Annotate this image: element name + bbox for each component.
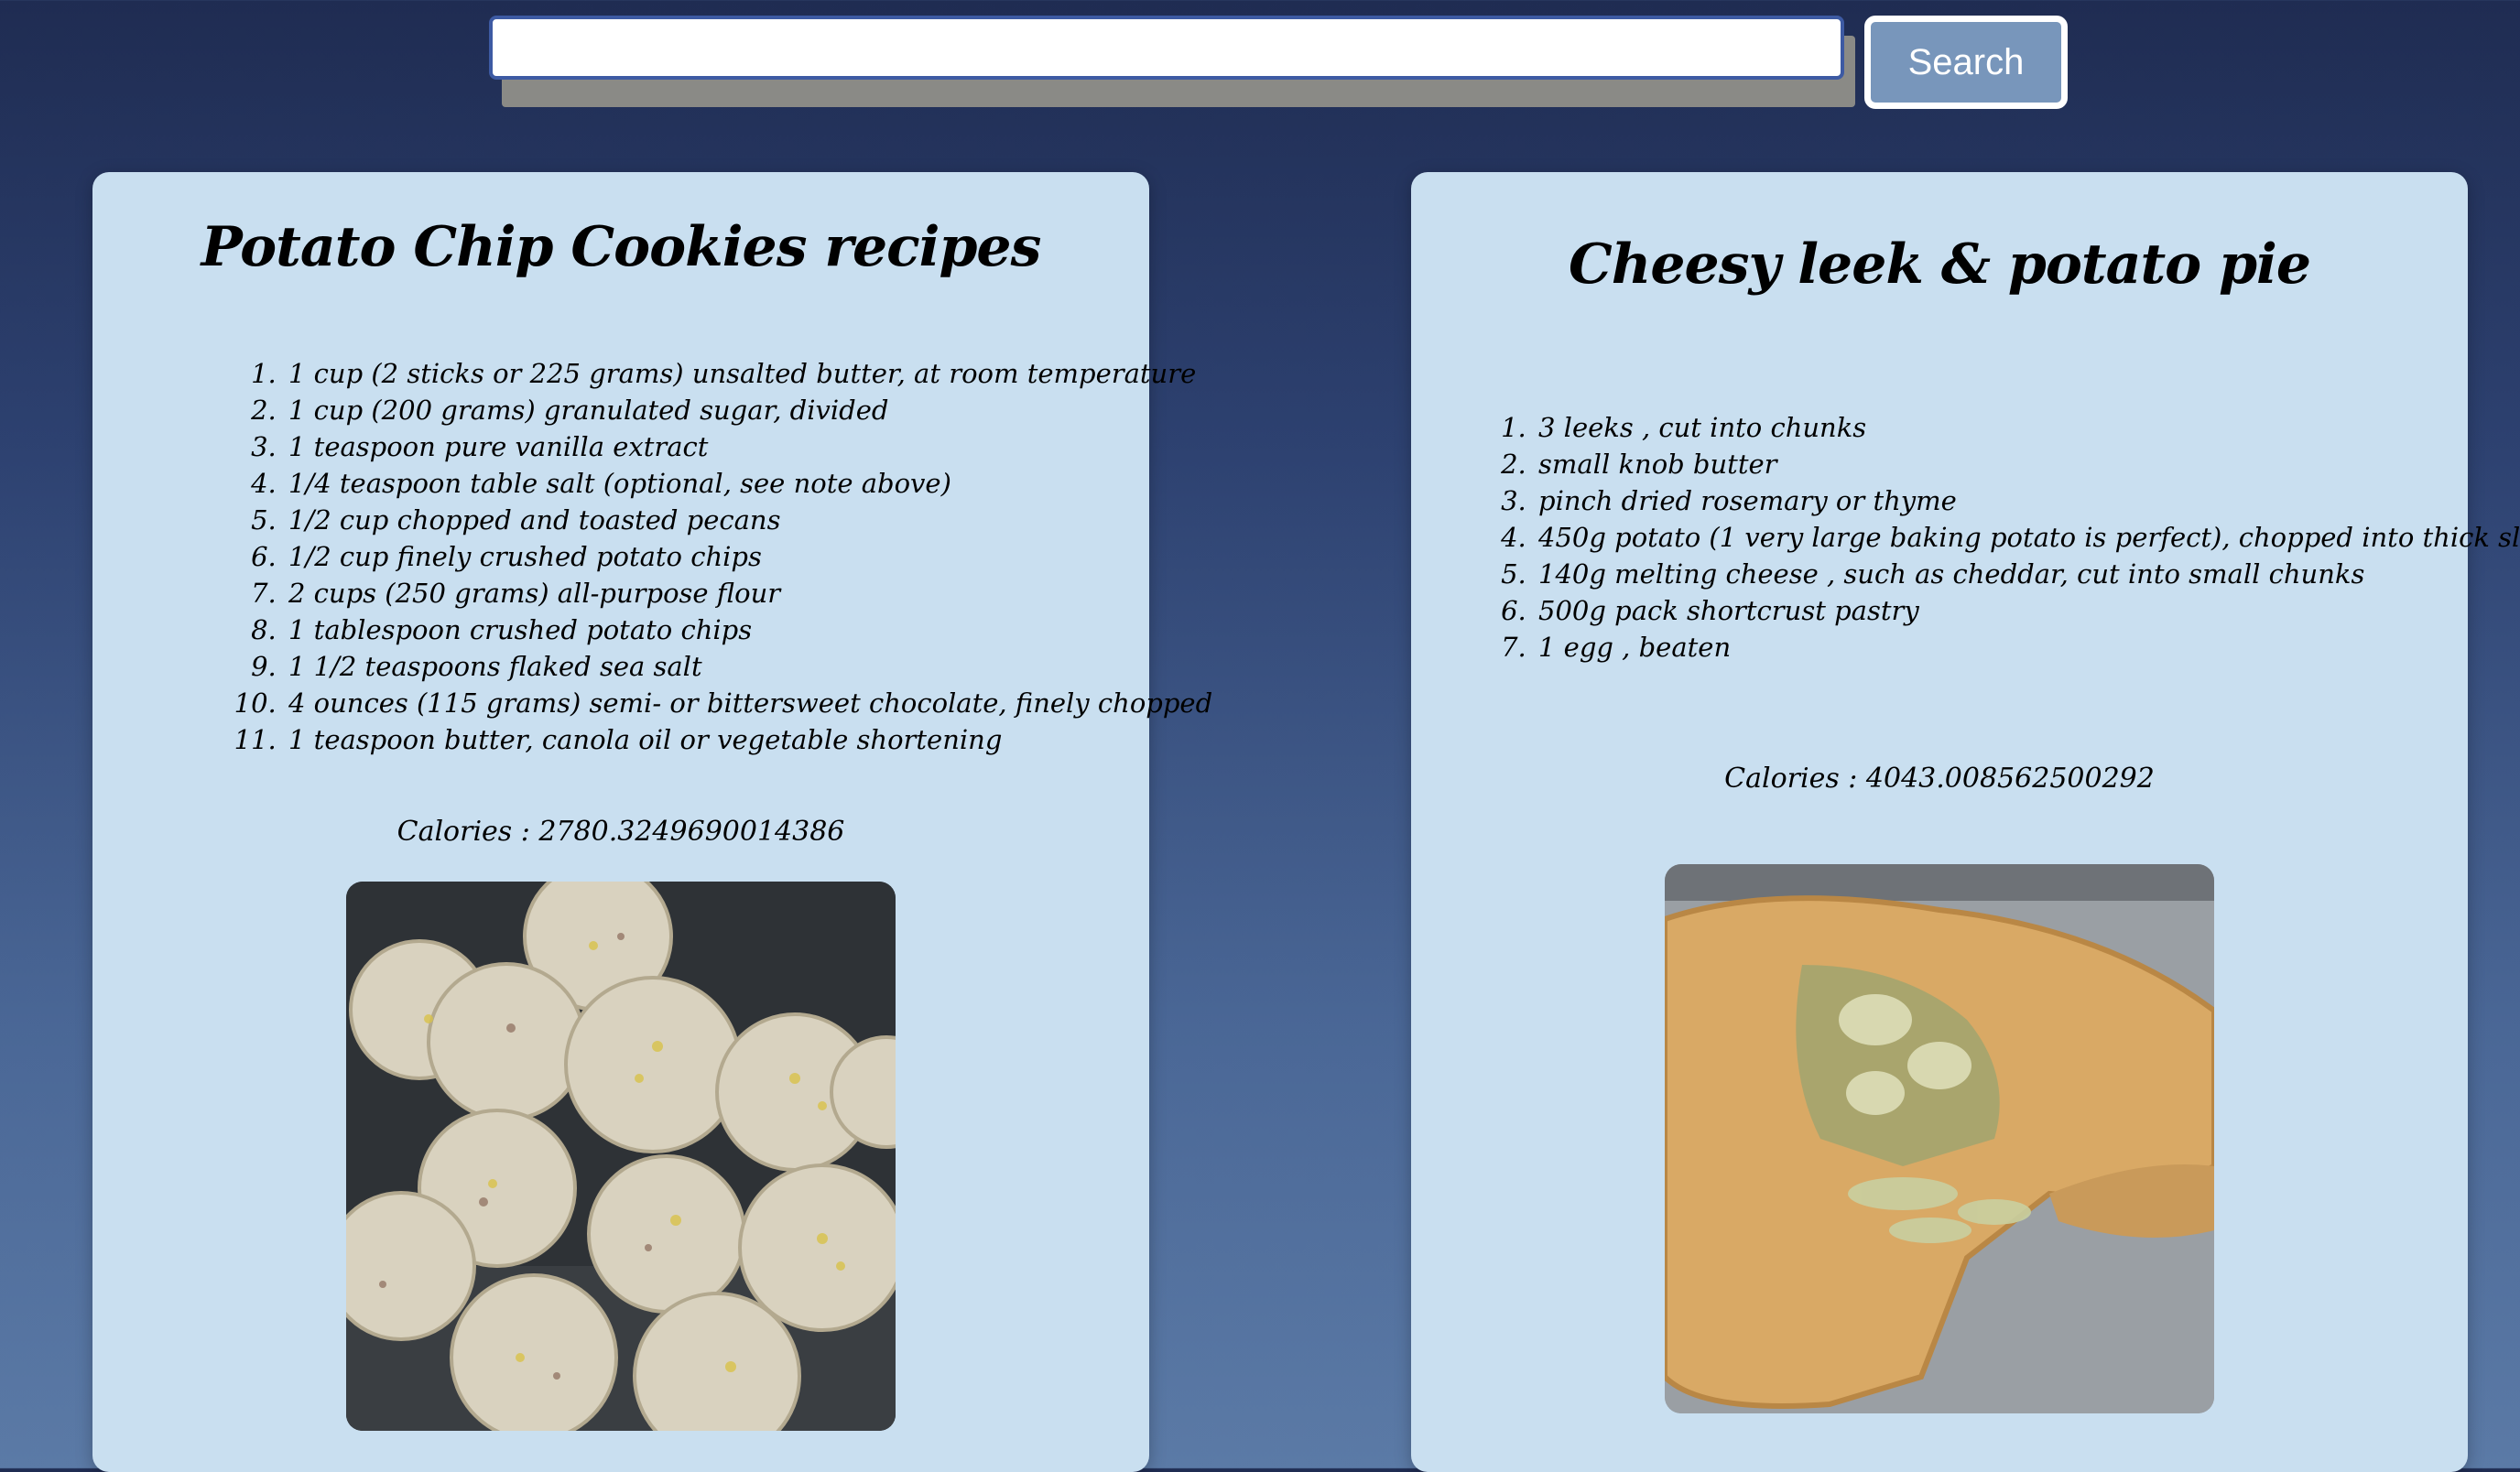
recipe-card-cheesy-leek-potato-pie: Cheesy leek & potato pie 3 leeks , cut i… xyxy=(1411,172,2520,1472)
ingredient-item: 1 cup (200 grams) granulated sugar, divi… xyxy=(285,392,1212,428)
ingredient-item: 1 tablespoon crushed potato chips xyxy=(285,612,1212,648)
recipe-title: Potato Chip Cookies recipes xyxy=(201,215,1042,279)
search-bar: Search xyxy=(489,16,2069,111)
cookies-illustration xyxy=(346,882,896,1431)
ingredient-item: small knob butter xyxy=(1535,446,2520,482)
calories-text: Calories : 4043.008562500292 xyxy=(1724,763,2155,795)
search-input[interactable] xyxy=(489,16,1844,80)
pie-illustration xyxy=(1665,864,2214,1413)
ingredient-item: 1 teaspoon butter, canola oil or vegetab… xyxy=(285,721,1212,758)
ingredient-item: 1/4 teaspoon table salt (optional, see n… xyxy=(285,465,1212,502)
ingredient-item: 1/2 cup chopped and toasted pecans xyxy=(285,502,1212,538)
ingredient-item: 3 leeks , cut into chunks xyxy=(1535,409,2520,446)
calories-text: Calories : 2780.3249690014386 xyxy=(396,816,845,848)
ingredient-item: pinch dried rosemary or thyme xyxy=(1535,482,2520,519)
search-button[interactable]: Search xyxy=(1864,16,2068,109)
pie-photo xyxy=(1665,864,2214,1413)
recipe-card-potato-chip-cookies: Potato Chip Cookies recipes 1 cup (2 sti… xyxy=(92,172,1212,1472)
recipe-title: Cheesy leek & potato pie xyxy=(1568,233,2311,297)
ingredient-item: 140g melting cheese , such as cheddar, c… xyxy=(1535,556,2520,592)
ingredient-item: 1 1/2 teaspoons flaked sea salt xyxy=(285,648,1212,685)
ingredient-list: 1 cup (2 sticks or 225 grams) unsalted b… xyxy=(285,355,1212,758)
cookies-photo xyxy=(346,882,896,1431)
ingredient-item: 500g pack shortcrust pastry xyxy=(1535,592,2520,629)
ingredient-item: 1/2 cup finely crushed potato chips xyxy=(285,538,1212,575)
ingredient-item: 4 ounces (115 grams) semi- or bitterswee… xyxy=(285,685,1212,721)
ingredient-item: 2 cups (250 grams) all-purpose flour xyxy=(285,575,1212,612)
ingredient-list: 3 leeks , cut into chunks small knob but… xyxy=(1535,409,2520,666)
ingredient-item: 450g potato (1 very large baking potato … xyxy=(1535,519,2520,556)
ingredient-item: 1 teaspoon pure vanilla extract xyxy=(285,428,1212,465)
ingredient-item: 1 egg , beaten xyxy=(1535,629,2520,666)
ingredient-item: 1 cup (2 sticks or 225 grams) unsalted b… xyxy=(285,355,1212,392)
